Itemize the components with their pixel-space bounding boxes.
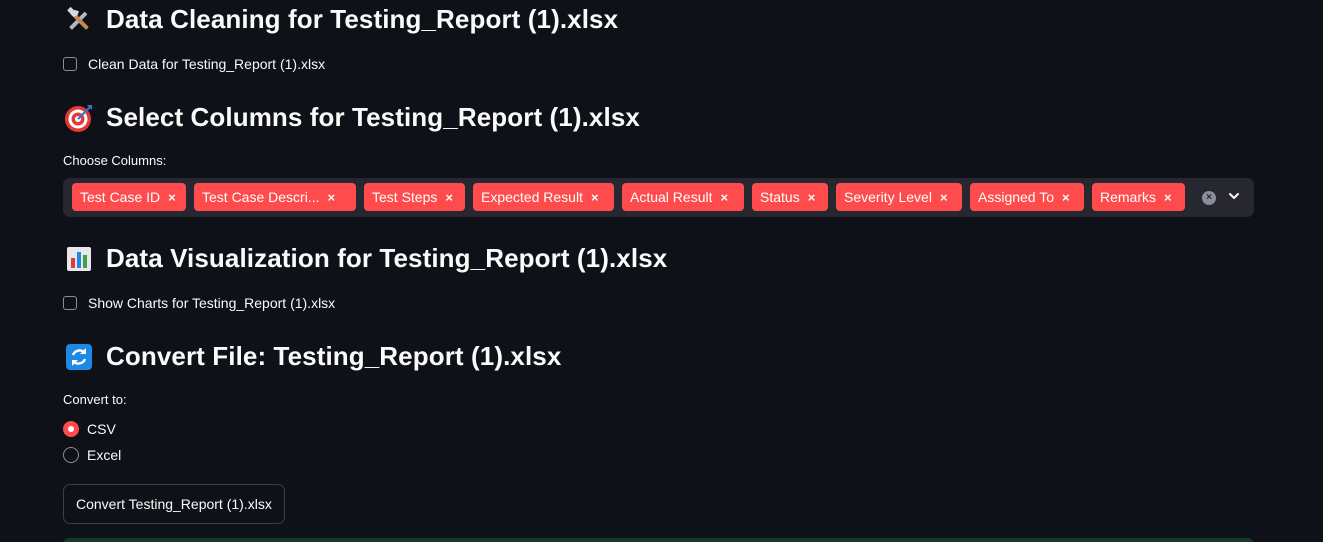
remove-tag-icon[interactable]: × xyxy=(808,191,816,204)
data-visualization-heading: Data Visualization for Testing_Report (1… xyxy=(64,243,667,274)
columns-multiselect[interactable]: Test Case ID × Test Case Descri... × Tes… xyxy=(63,178,1254,217)
multiselect-controls: × xyxy=(1202,189,1240,207)
remove-tag-icon[interactable]: × xyxy=(327,191,335,204)
refresh-arrows-icon xyxy=(64,342,94,372)
radio-button-csv[interactable] xyxy=(63,421,79,437)
data-cleaning-heading: Data Cleaning for Testing_Report (1).xls… xyxy=(64,4,618,35)
column-tag[interactable]: Test Case Descri... × xyxy=(194,183,356,211)
convert-button[interactable]: Convert Testing_Report (1).xlsx xyxy=(63,484,285,524)
app-page: Data Cleaning for Testing_Report (1).xls… xyxy=(0,0,1323,542)
show-charts-checkbox-label: Show Charts for Testing_Report (1).xlsx xyxy=(88,295,336,311)
column-tag[interactable]: Actual Result × xyxy=(622,183,744,211)
column-tag-label: Assigned To xyxy=(978,189,1055,205)
remove-tag-icon[interactable]: × xyxy=(168,191,176,204)
show-charts-checkbox[interactable] xyxy=(63,296,77,310)
select-columns-heading: Select Columns for Testing_Report (1).xl… xyxy=(64,102,640,133)
column-tag-label: Test Steps xyxy=(372,189,438,205)
remove-tag-icon[interactable]: × xyxy=(1164,191,1172,204)
data-visualization-title: Data Visualization for Testing_Report (1… xyxy=(106,243,668,273)
radio-option-csv[interactable]: CSV xyxy=(63,421,116,437)
bar-chart-icon xyxy=(64,244,94,274)
clean-data-checkbox[interactable] xyxy=(63,57,77,71)
column-tag[interactable]: Severity Level × xyxy=(836,183,962,211)
radio-option-label: CSV xyxy=(87,421,116,437)
convert-file-title: Convert File: Testing_Report (1).xlsx xyxy=(106,341,562,371)
clear-all-icon[interactable]: × xyxy=(1202,191,1216,205)
selected-tags: Test Case ID × Test Case Descri... × Tes… xyxy=(72,183,1185,211)
remove-tag-icon[interactable]: × xyxy=(591,191,599,204)
direct-hit-icon xyxy=(64,103,94,133)
convert-to-label: Convert to: xyxy=(63,392,127,407)
remove-tag-icon[interactable]: × xyxy=(1062,191,1070,204)
remove-tag-icon[interactable]: × xyxy=(720,191,728,204)
column-tag[interactable]: Assigned To × xyxy=(970,183,1084,211)
choose-columns-label: Choose Columns: xyxy=(63,153,167,168)
column-tag-label: Actual Result xyxy=(630,189,713,205)
show-charts-checkbox-row[interactable]: Show Charts for Testing_Report (1).xlsx xyxy=(63,295,335,311)
column-tag-label: Test Case Descri... xyxy=(202,189,320,205)
column-tag-label: Test Case ID xyxy=(80,189,161,205)
column-tag-label: Expected Result xyxy=(481,189,583,205)
radio-option-excel[interactable]: Excel xyxy=(63,447,121,463)
chevron-down-icon[interactable] xyxy=(1228,189,1240,207)
column-tag-label: Status xyxy=(760,189,800,205)
status-message-bar xyxy=(63,538,1254,542)
radio-button-excel[interactable] xyxy=(63,447,79,463)
column-tag[interactable]: Remarks × xyxy=(1092,183,1185,211)
select-columns-title: Select Columns for Testing_Report (1).xl… xyxy=(106,102,640,132)
column-tag-label: Severity Level xyxy=(844,189,932,205)
clean-data-checkbox-row[interactable]: Clean Data for Testing_Report (1).xlsx xyxy=(63,56,325,72)
convert-file-heading: Convert File: Testing_Report (1).xlsx xyxy=(64,341,561,372)
remove-tag-icon[interactable]: × xyxy=(940,191,948,204)
column-tag[interactable]: Test Steps × xyxy=(364,183,465,211)
column-tag[interactable]: Status × xyxy=(752,183,828,211)
tools-icon xyxy=(64,5,94,35)
column-tag-label: Remarks xyxy=(1100,189,1157,205)
data-cleaning-title: Data Cleaning for Testing_Report (1).xls… xyxy=(106,4,619,34)
column-tag[interactable]: Expected Result × xyxy=(473,183,614,211)
radio-option-label: Excel xyxy=(87,447,122,463)
remove-tag-icon[interactable]: × xyxy=(445,191,453,204)
column-tag[interactable]: Test Case ID × xyxy=(72,183,186,211)
clean-data-checkbox-label: Clean Data for Testing_Report (1).xlsx xyxy=(88,56,326,72)
